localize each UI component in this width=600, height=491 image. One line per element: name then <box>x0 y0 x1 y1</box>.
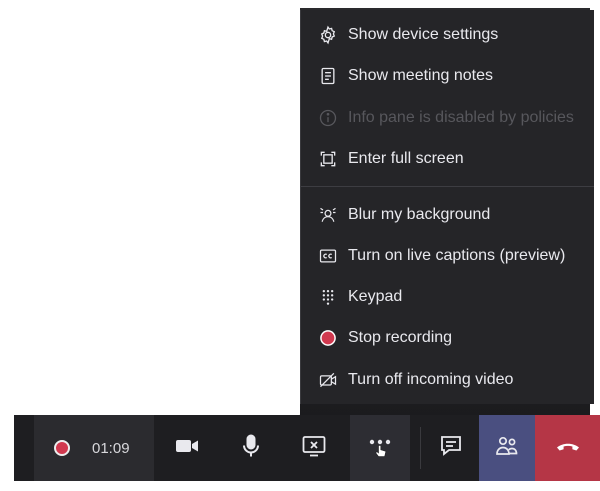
notes-icon <box>317 65 339 87</box>
blur-background-icon <box>317 204 339 226</box>
hang-up-icon <box>554 432 582 465</box>
menu-item-blur-background[interactable]: Blur my background <box>301 198 594 232</box>
menu-item-label: Show device settings <box>348 26 499 43</box>
chat-icon <box>437 432 465 465</box>
menu-item-turn-off-incoming-video[interactable]: Turn off incoming video <box>301 363 594 397</box>
blank-area-left <box>0 400 14 491</box>
share-screen-button[interactable] <box>289 415 339 481</box>
menu-item-label: Keypad <box>348 288 403 305</box>
blank-area-top <box>0 0 600 8</box>
menu-item-stop-recording[interactable]: Stop recording <box>301 321 594 355</box>
recording-timer: 01:09 <box>34 415 154 481</box>
menu-item-keypad[interactable]: Keypad <box>301 280 594 314</box>
recording-indicator-icon <box>54 440 70 456</box>
menu-item-enter-full-screen[interactable]: Enter full screen <box>301 142 594 176</box>
share-screen-icon <box>300 432 328 465</box>
toolbar-divider <box>420 427 421 469</box>
menu-item-label: Stop recording <box>348 329 453 346</box>
fullscreen-icon <box>317 148 339 170</box>
microphone-icon <box>237 432 265 465</box>
menu-item-label: Turn off incoming video <box>348 371 514 388</box>
menu-item-label: Blur my background <box>348 206 491 223</box>
menu-item-show-meeting-notes[interactable]: Show meeting notes <box>301 59 594 93</box>
more-actions-icon <box>366 432 394 465</box>
camera-button[interactable] <box>162 415 212 481</box>
people-icon <box>493 432 521 465</box>
menu-item-label: Turn on live captions (preview) <box>348 247 566 264</box>
keypad-icon <box>317 286 339 308</box>
gear-icon <box>317 24 339 46</box>
call-toolbar: 01:09 <box>14 415 600 481</box>
participants-button[interactable] <box>479 415 535 481</box>
menu-item-label: Info pane is disabled by policies <box>348 109 574 126</box>
more-actions-menu: Show device settings Show meeting notes … <box>300 10 594 404</box>
menu-item-label: Enter full screen <box>348 150 464 167</box>
hang-up-button[interactable] <box>535 415 600 481</box>
info-icon <box>317 107 339 129</box>
menu-item-live-captions[interactable]: Turn on live captions (preview) <box>301 239 594 273</box>
call-duration: 01:09 <box>92 439 130 457</box>
menu-item-label: Show meeting notes <box>348 67 493 84</box>
captions-icon <box>317 245 339 267</box>
menu-divider <box>301 186 594 187</box>
microphone-button[interactable] <box>226 415 276 481</box>
chat-button[interactable] <box>426 415 476 481</box>
menu-item-show-device-settings[interactable]: Show device settings <box>301 18 594 52</box>
video-off-icon <box>317 369 339 391</box>
blank-area <box>0 0 300 420</box>
menu-item-info-pane-disabled: Info pane is disabled by policies <box>301 101 594 135</box>
more-actions-button[interactable] <box>350 415 410 481</box>
record-stop-icon <box>317 327 339 349</box>
camera-icon <box>173 432 201 465</box>
